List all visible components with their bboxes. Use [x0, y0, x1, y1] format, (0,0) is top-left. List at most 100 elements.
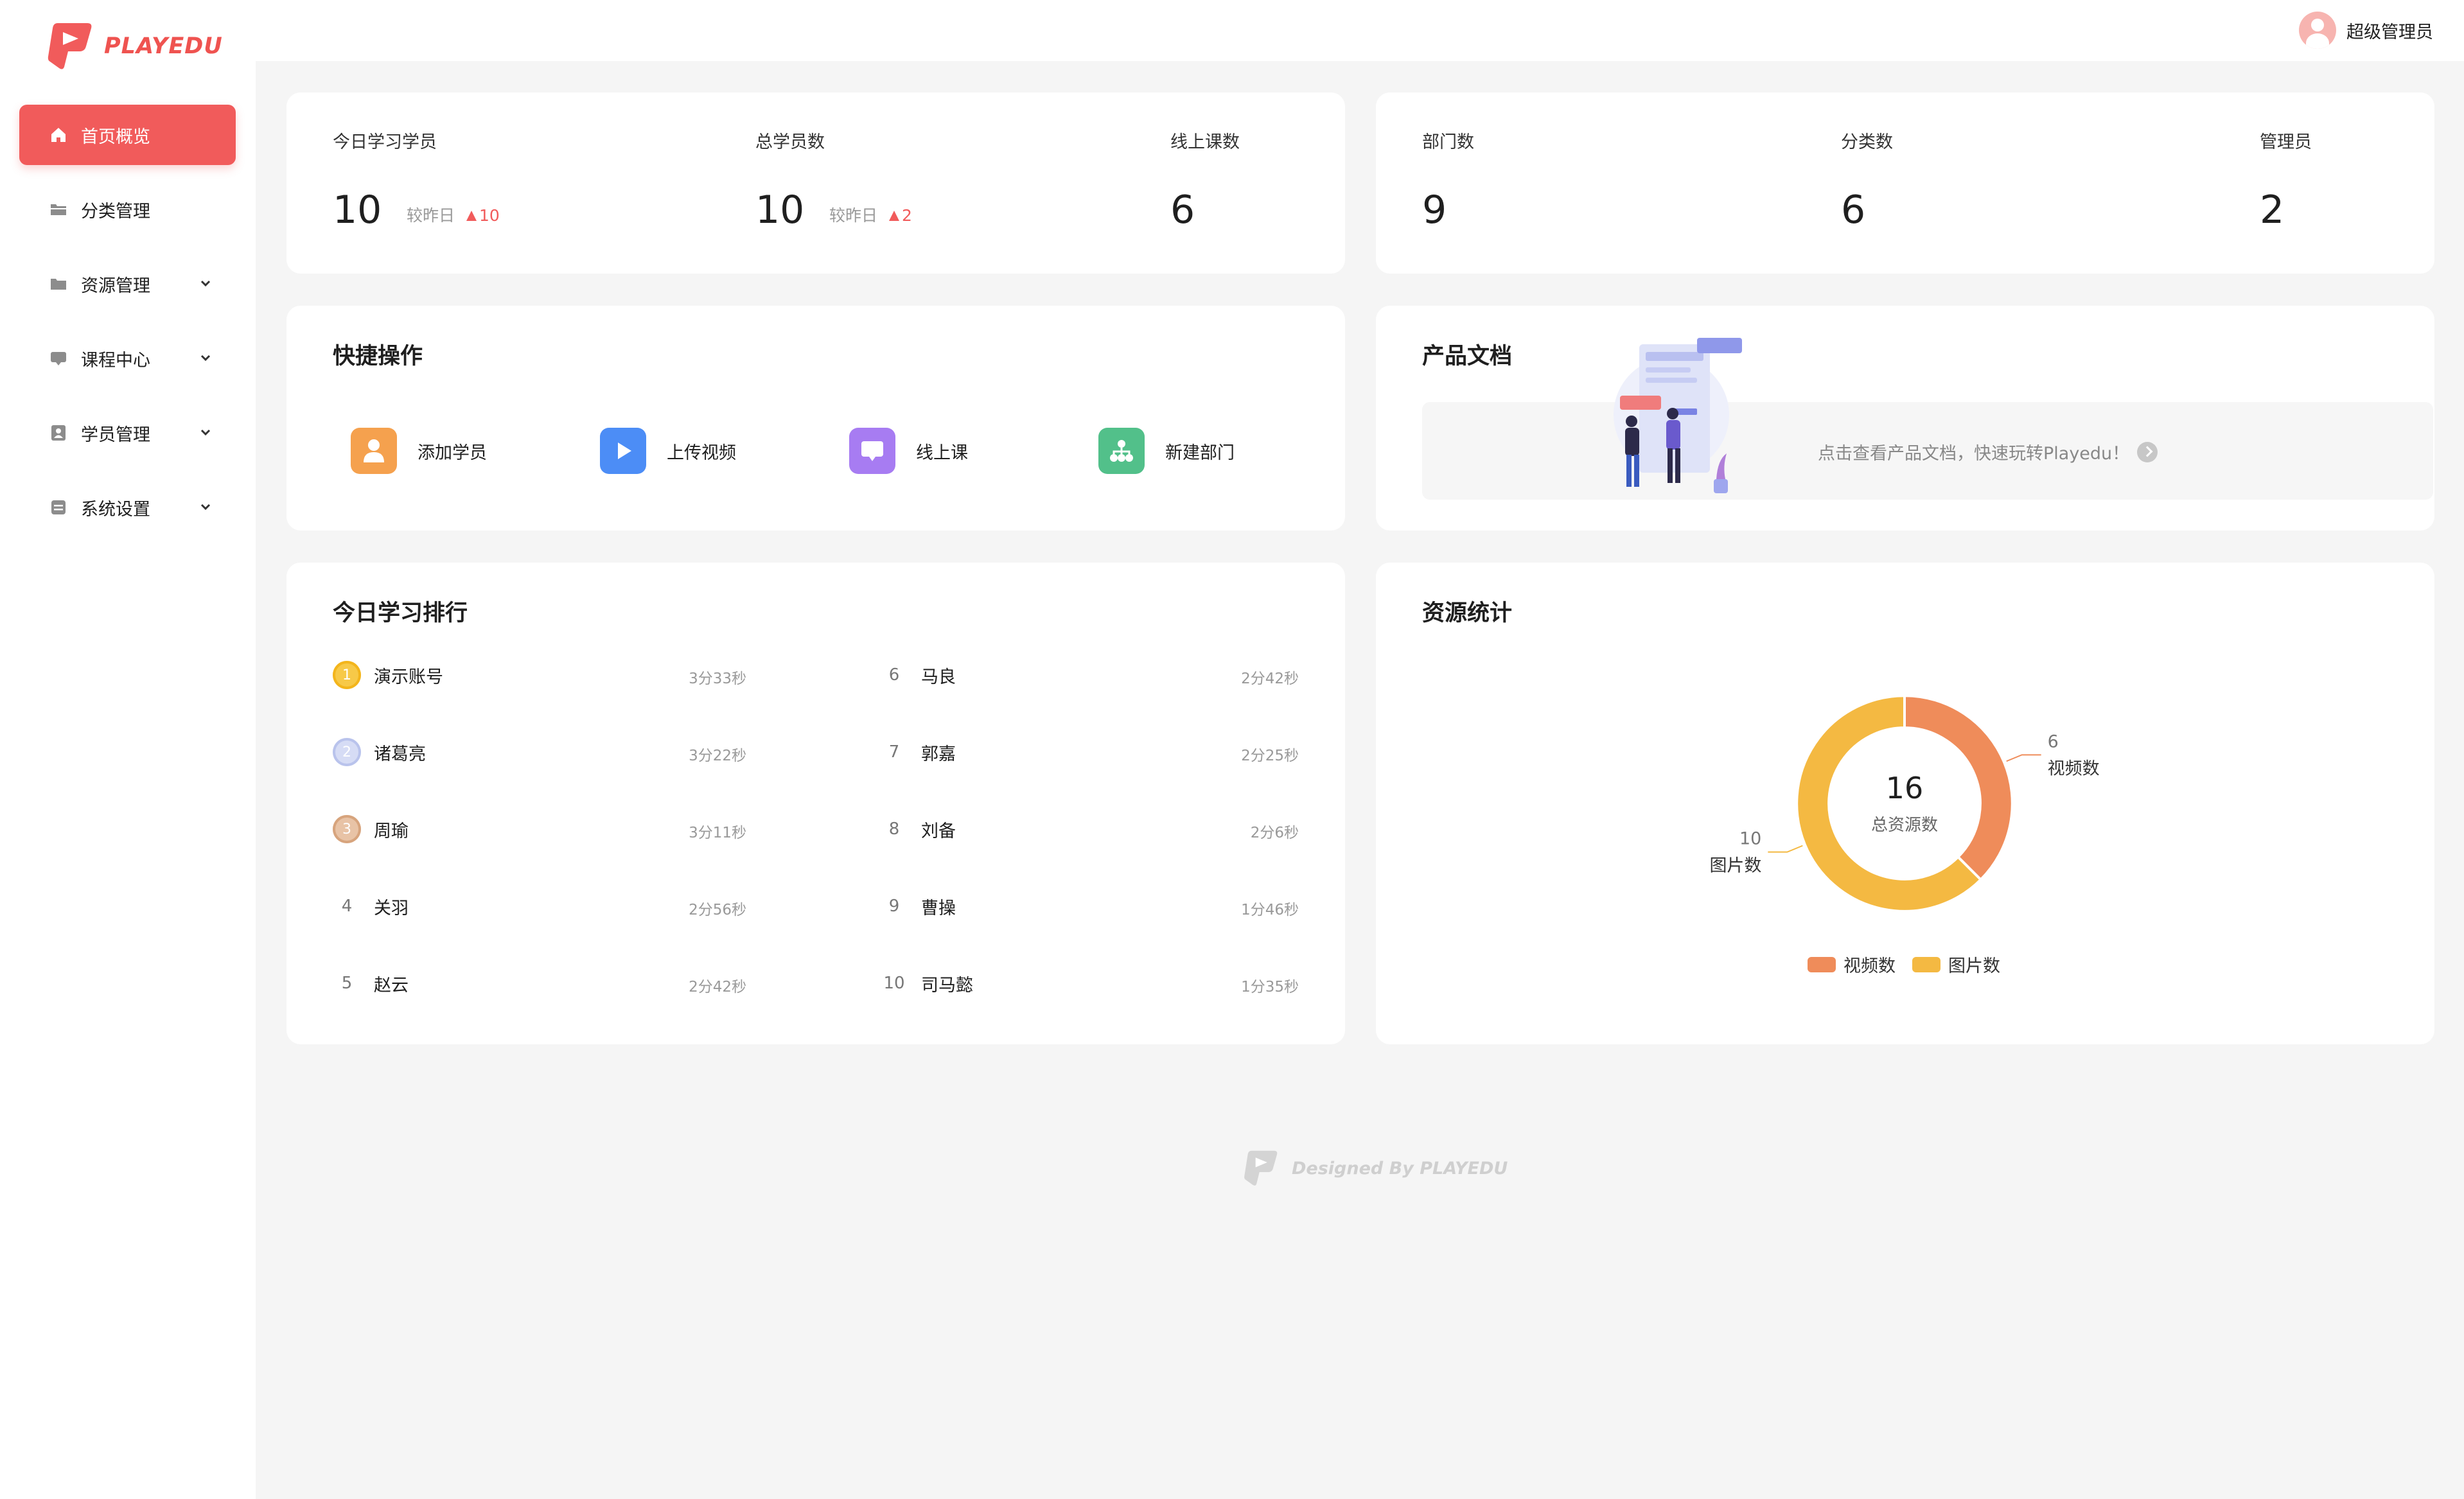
rank-medal-silver-icon: 2	[333, 738, 361, 766]
stat-value: 6	[1170, 188, 1195, 232]
sidebar-item-category[interactable]: 分类管理	[19, 179, 236, 240]
stat-label: 分类数	[1841, 132, 1893, 152]
quick-action-label: 上传视频	[667, 443, 736, 463]
rank-number: 7	[888, 742, 900, 762]
product-doc-card: 产品文档 点击查看产品文档，快速玩转Playedu！	[1376, 306, 2434, 530]
play-icon	[600, 428, 646, 474]
monitor-icon	[49, 349, 68, 368]
stat-label: 部门数	[1422, 132, 1474, 152]
ranking-time: 2分6秒	[1250, 825, 1299, 841]
user-menu[interactable]: 超级管理员	[2299, 12, 2433, 49]
sidebar-item-label: 首页概览	[81, 127, 150, 147]
quick-action-upload-video[interactable]: 上传视频	[600, 428, 736, 474]
slice-name-label: 图片数	[1709, 856, 1761, 876]
sidebar-item-home[interactable]: 首页概览	[19, 105, 236, 165]
stats-card-learning: 今日学习学员 10 较昨日 10 总学员数 10 较昨日 2 线上课数 6	[286, 92, 1345, 274]
ranking-time: 2分42秒	[689, 979, 746, 995]
ranking-time: 1分46秒	[1241, 902, 1299, 918]
user-name[interactable]: 超级管理员	[2346, 18, 2433, 43]
donut-total-value: 16	[1886, 771, 1923, 805]
stat-value: 6	[1841, 188, 1866, 232]
top-bar: 超级管理员	[256, 0, 2464, 61]
rank-number: 6	[888, 665, 900, 685]
playedu-logo-icon	[48, 23, 92, 69]
rank-number: 8	[888, 820, 900, 839]
card-title: 今日学习排行	[333, 600, 468, 626]
product-doc-link[interactable]: 点击查看产品文档，快速玩转Playedu！	[1422, 402, 2433, 500]
ranking-name: 曹操	[921, 898, 956, 918]
legend-label: 图片数	[1948, 956, 2000, 976]
quick-action-new-department[interactable]: 新建部门	[1098, 428, 1235, 474]
logo-text: PLAYEDU	[104, 33, 223, 59]
ranking-time: 2分25秒	[1241, 748, 1299, 764]
ranking-name: 郭嘉	[921, 744, 956, 764]
ranking-name: 司马懿	[921, 975, 973, 995]
sidebar-item-label: 学员管理	[81, 425, 150, 445]
sidebar-item-courses[interactable]: 课程中心	[19, 328, 236, 389]
legend-item-image[interactable]: 图片数	[1912, 952, 2000, 977]
stat-label: 总学员数	[755, 132, 825, 152]
add-user-icon	[351, 428, 397, 474]
ranking-time: 3分22秒	[689, 748, 746, 764]
quick-actions-card: 快捷操作 添加学员 上传视频 线上课 新建部门	[286, 306, 1345, 530]
slice-value-label: 10	[1739, 829, 1761, 849]
quick-action-label: 线上课	[916, 443, 968, 463]
compare-label: 较昨日	[407, 206, 455, 225]
sidebar-item-students[interactable]: 学员管理	[19, 403, 236, 463]
chevron-down-icon	[200, 355, 211, 362]
ranking-row: 2 诸葛亮	[333, 736, 426, 768]
ranking-row: 7 郭嘉	[880, 736, 956, 768]
rank-number: 10	[883, 974, 905, 993]
folder-category-icon	[49, 200, 68, 219]
avatar[interactable]	[2299, 12, 2336, 49]
legend-label: 视频数	[1844, 956, 1896, 976]
rank-number: 5	[341, 974, 353, 993]
legend-item-video[interactable]: 视频数	[1808, 952, 1896, 977]
label-leader-line	[2006, 754, 2041, 762]
ranking-row: 1 演示账号	[333, 659, 443, 691]
stats-card-org: 部门数 9 分类数 6 管理员 2	[1376, 92, 2434, 274]
slice-value-label: 6	[2048, 732, 2059, 751]
ranking-time: 2分56秒	[689, 902, 746, 918]
screen-icon	[849, 428, 895, 474]
ranking-row: 9 曹操	[880, 890, 956, 922]
quick-action-online-course[interactable]: 线上课	[849, 428, 968, 474]
quick-action-label: 添加学员	[418, 443, 487, 463]
stat-value: 10	[755, 188, 805, 232]
sidebar-menu: 首页概览 分类管理 资源管理 课程中心 学员管理 系统设置	[19, 105, 236, 552]
ranking-row: 10 司马懿	[880, 967, 973, 999]
sidebar: PLAYEDU 首页概览 分类管理 资源管理 课程中心 学员管理 系统设置	[0, 0, 256, 1499]
ranking-time: 1分35秒	[1241, 979, 1299, 995]
ranking-name: 刘备	[921, 821, 956, 841]
product-doc-link-text[interactable]: 点击查看产品文档，快速玩转Playedu！	[1818, 439, 2158, 464]
settings-box-icon	[49, 498, 68, 517]
card-title: 产品文档	[1422, 344, 1513, 369]
product-doc-illustration	[1614, 338, 1742, 493]
donut-total-label: 总资源数	[1871, 816, 1938, 835]
stat-value: 2	[2260, 188, 2285, 232]
label-leader-line	[1768, 845, 1803, 853]
resource-stats-card: 资源统计 6 视频数 10 图片数 16 总资源数 视频数 图片数	[1376, 563, 2434, 1044]
sidebar-item-resources[interactable]: 资源管理	[19, 254, 236, 314]
quick-action-add-student[interactable]: 添加学员	[351, 428, 487, 474]
chevron-down-icon	[200, 429, 211, 436]
compare-up-value: 10	[466, 206, 500, 225]
arrow-right-icon	[2137, 441, 2158, 462]
stat-compare: 较昨日 10	[407, 203, 500, 226]
ranking-name: 演示账号	[374, 667, 443, 687]
ranking-name: 关羽	[374, 898, 409, 918]
compare-label: 较昨日	[829, 206, 878, 225]
footer-text: Designed By PLAYEDU	[1292, 1158, 1508, 1179]
ranking-name: 赵云	[374, 975, 409, 995]
legend-swatch	[1912, 956, 1940, 972]
folder-icon	[49, 274, 68, 294]
stat-label: 管理员	[2260, 132, 2312, 152]
app-logo[interactable]: PLAYEDU	[46, 21, 223, 72]
ranking-row: 8 刘备	[880, 813, 956, 845]
rank-number: 4	[341, 897, 353, 916]
home-icon	[49, 125, 68, 145]
ranking-name: 周瑜	[374, 821, 409, 841]
footer: Designed By PLAYEDU	[1243, 1148, 1508, 1188]
sidebar-item-settings[interactable]: 系统设置	[19, 477, 236, 538]
sidebar-item-label: 分类管理	[81, 201, 150, 222]
